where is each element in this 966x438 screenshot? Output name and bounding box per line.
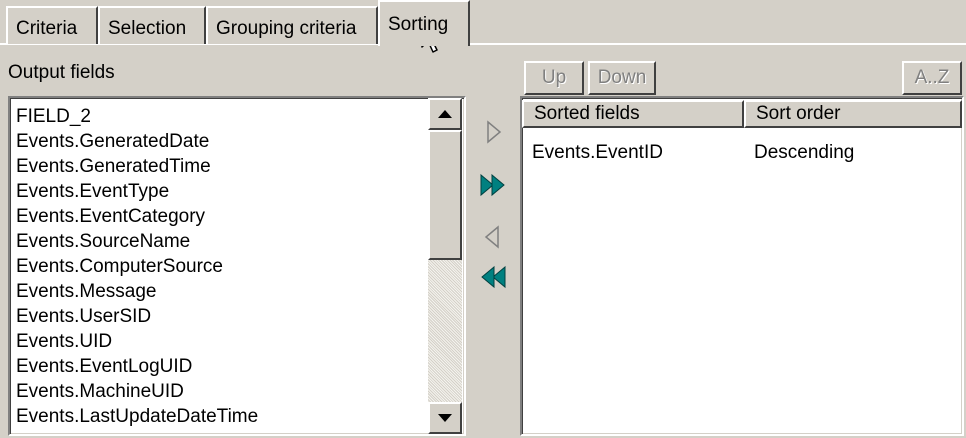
tab-strip: Criteria Selection Grouping criteria Sor… [0,0,966,46]
sorted-field-cell[interactable]: Events.EventID [532,142,663,164]
list-item[interactable]: Events.LastUpdateDateTime [10,404,420,429]
scroll-up-arrow-icon [438,110,452,118]
tab-sorting-label: Sorting [388,14,449,35]
output-fields-items: FIELD_2 Events.GeneratedDate Events.Genera… [10,104,420,429]
output-fields-label: Output fields [8,62,115,83]
list-item[interactable]: Events.MachineUID [10,379,420,404]
remove-all-fields-button[interactable] [478,262,508,292]
list-item[interactable]: Events.Message [10,279,420,304]
list-item[interactable]: Events.GeneratedTime [10,154,420,179]
add-field-button[interactable] [478,117,508,147]
list-item[interactable]: Events.ComputerSource [10,254,420,279]
triangle-right-icon [487,120,502,144]
scroll-down-arrow-icon [438,414,452,422]
tab-sorting[interactable]: Sorting [378,0,470,46]
add-all-fields-button[interactable] [478,170,508,200]
double-triangle-left-icon [481,265,506,289]
tab-selection[interactable]: Selection [98,6,206,44]
list-item[interactable]: Events.GeneratedDate [10,129,420,154]
output-fields-scrollbar[interactable] [428,98,462,434]
scroll-down-button[interactable] [428,402,462,434]
tab-grouping-criteria[interactable]: Grouping criteria [206,6,378,44]
sort-az-button[interactable]: A..Z [902,61,962,95]
list-item[interactable]: Events.EventCategory [10,204,420,229]
triangle-left-icon [484,225,499,249]
scroll-up-button[interactable] [428,98,462,130]
tab-criteria-label: Criteria [16,18,78,39]
tab-selection-label: Selection [108,18,187,39]
remove-field-button[interactable] [478,222,508,252]
sorted-fields-grid[interactable]: Sorted fields Sort order Events.EventID … [520,96,964,436]
scroll-thumb[interactable] [428,130,462,260]
list-item[interactable]: Events.EventType [10,179,420,204]
list-item[interactable]: Events.SourceName [10,229,420,254]
tab-grouping-criteria-label: Grouping criteria [216,18,357,39]
down-button[interactable]: Down [588,61,656,95]
up-button[interactable]: Up [524,61,584,95]
output-fields-list[interactable]: FIELD_2 Events.GeneratedDate Events.Genera… [8,96,466,436]
double-triangle-right-icon [480,173,505,197]
sort-order-cell[interactable]: Descending [754,142,854,164]
list-item[interactable]: Events.EventLogUID [10,354,420,379]
list-item[interactable]: Events.UID [10,329,420,354]
list-item[interactable]: FIELD_2 [10,104,420,129]
column-header-sort-order[interactable]: Sort order [744,100,962,128]
tab-criteria[interactable]: Criteria [6,6,98,44]
list-item[interactable]: Events.UserSID [10,304,420,329]
column-header-sorted-fields[interactable]: Sorted fields [522,100,744,128]
